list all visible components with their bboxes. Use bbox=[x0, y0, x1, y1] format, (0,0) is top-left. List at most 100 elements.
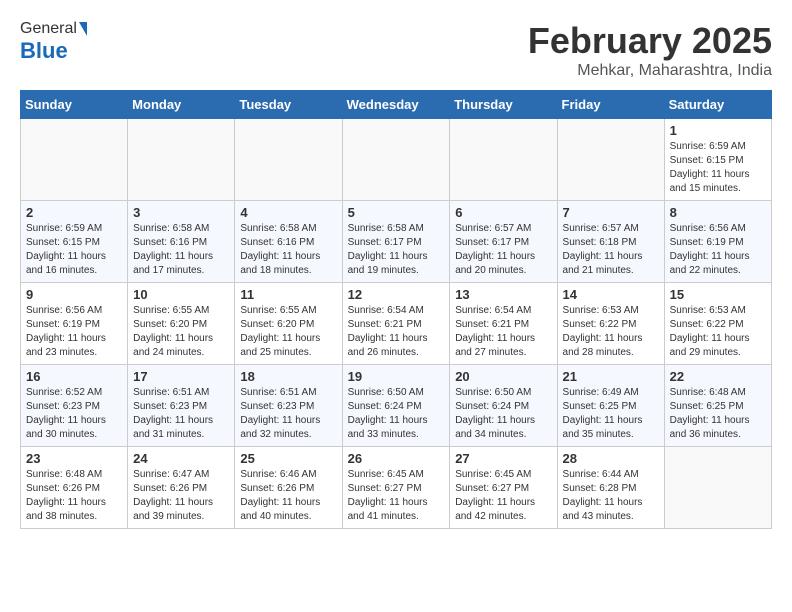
day-info: Sunrise: 6:58 AM Sunset: 6:16 PM Dayligh… bbox=[240, 222, 336, 278]
day-number: 26 bbox=[348, 451, 445, 466]
location-title: Mehkar, Maharashtra, India bbox=[528, 62, 772, 80]
day-info: Sunrise: 6:56 AM Sunset: 6:19 PM Dayligh… bbox=[670, 222, 766, 278]
day-info: Sunrise: 6:57 AM Sunset: 6:18 PM Dayligh… bbox=[563, 222, 659, 278]
day-number: 17 bbox=[133, 369, 229, 384]
day-info: Sunrise: 6:47 AM Sunset: 6:26 PM Dayligh… bbox=[133, 468, 229, 524]
calendar-day-22: 22 Sunrise: 6:48 AM Sunset: 6:25 PM Dayli… bbox=[664, 365, 771, 447]
month-title: February 2025 bbox=[528, 20, 772, 62]
calendar-day-18: 18 Sunrise: 6:51 AM Sunset: 6:23 PM Dayli… bbox=[235, 365, 342, 447]
calendar-day-21: 21 Sunrise: 6:49 AM Sunset: 6:25 PM Dayli… bbox=[557, 365, 664, 447]
calendar-week-row: 2Sunrise: 6:59 AM Sunset: 6:15 PM Daylig… bbox=[21, 201, 772, 283]
weekday-header-wednesday: Wednesday bbox=[342, 91, 450, 119]
logo-general-text: General bbox=[20, 20, 77, 37]
calendar-day-9: 9 Sunrise: 6:56 AM Sunset: 6:19 PM Daylig… bbox=[21, 283, 128, 365]
day-number: 22 bbox=[670, 369, 766, 384]
day-number: 14 bbox=[563, 287, 659, 302]
calendar-week-row: 9 Sunrise: 6:56 AM Sunset: 6:19 PM Daylig… bbox=[21, 283, 772, 365]
day-number: 19 bbox=[348, 369, 445, 384]
calendar-day-empty bbox=[664, 447, 771, 529]
day-number: 25 bbox=[240, 451, 336, 466]
day-number: 11 bbox=[240, 287, 336, 302]
day-info: Sunrise: 6:59 AM Sunset: 6:15 PM Dayligh… bbox=[670, 140, 766, 196]
day-number: 28 bbox=[563, 451, 659, 466]
calendar-day-6: 6 Sunrise: 6:57 AM Sunset: 6:17 PM Daylig… bbox=[450, 201, 557, 283]
calendar-day-27: 27Sunrise: 6:45 AM Sunset: 6:27 PM Dayli… bbox=[450, 447, 557, 529]
day-info: Sunrise: 6:54 AM Sunset: 6:21 PM Dayligh… bbox=[455, 304, 551, 360]
day-info: Sunrise: 6:59 AM Sunset: 6:15 PM Dayligh… bbox=[26, 222, 122, 278]
day-info: Sunrise: 6:46 AM Sunset: 6:26 PM Dayligh… bbox=[240, 468, 336, 524]
calendar-day-14: 14 Sunrise: 6:53 AM Sunset: 6:22 PM Dayli… bbox=[557, 283, 664, 365]
calendar-day-11: 11 Sunrise: 6:55 AM Sunset: 6:20 PM Dayli… bbox=[235, 283, 342, 365]
day-number: 12 bbox=[348, 287, 445, 302]
calendar-table: SundayMondayTuesdayWednesdayThursdayFrid… bbox=[20, 90, 772, 529]
day-info: Sunrise: 6:58 AM Sunset: 6:17 PM Dayligh… bbox=[348, 222, 445, 278]
title-area: February 2025 Mehkar, Maharashtra, India bbox=[528, 20, 772, 80]
weekday-header-sunday: Sunday bbox=[21, 91, 128, 119]
calendar-day-empty bbox=[128, 119, 235, 201]
calendar-day-5: 5 Sunrise: 6:58 AM Sunset: 6:17 PM Daylig… bbox=[342, 201, 450, 283]
day-info: Sunrise: 6:50 AM Sunset: 6:24 PM Dayligh… bbox=[348, 386, 445, 442]
day-number: 24 bbox=[133, 451, 229, 466]
calendar-day-empty bbox=[450, 119, 557, 201]
calendar-day-19: 19 Sunrise: 6:50 AM Sunset: 6:24 PM Dayli… bbox=[342, 365, 450, 447]
calendar-day-28: 28Sunrise: 6:44 AM Sunset: 6:28 PM Dayli… bbox=[557, 447, 664, 529]
day-info: Sunrise: 6:55 AM Sunset: 6:20 PM Dayligh… bbox=[133, 304, 229, 360]
logo: General Blue bbox=[20, 20, 87, 64]
day-info: Sunrise: 6:57 AM Sunset: 6:17 PM Dayligh… bbox=[455, 222, 551, 278]
calendar-day-4: 4 Sunrise: 6:58 AM Sunset: 6:16 PM Daylig… bbox=[235, 201, 342, 283]
calendar-day-8: 8Sunrise: 6:56 AM Sunset: 6:19 PM Daylig… bbox=[664, 201, 771, 283]
day-number: 15 bbox=[670, 287, 766, 302]
weekday-header-thursday: Thursday bbox=[450, 91, 557, 119]
day-info: Sunrise: 6:54 AM Sunset: 6:21 PM Dayligh… bbox=[348, 304, 445, 360]
calendar-day-3: 3 Sunrise: 6:58 AM Sunset: 6:16 PM Daylig… bbox=[128, 201, 235, 283]
day-number: 20 bbox=[455, 369, 551, 384]
calendar-day-13: 13 Sunrise: 6:54 AM Sunset: 6:21 PM Dayli… bbox=[450, 283, 557, 365]
day-info: Sunrise: 6:58 AM Sunset: 6:16 PM Dayligh… bbox=[133, 222, 229, 278]
day-info: Sunrise: 6:49 AM Sunset: 6:25 PM Dayligh… bbox=[563, 386, 659, 442]
page-header: General Blue February 2025 Mehkar, Mahar… bbox=[20, 20, 772, 80]
calendar-day-10: 10 Sunrise: 6:55 AM Sunset: 6:20 PM Dayli… bbox=[128, 283, 235, 365]
day-number: 13 bbox=[455, 287, 551, 302]
calendar-day-7: 7 Sunrise: 6:57 AM Sunset: 6:18 PM Daylig… bbox=[557, 201, 664, 283]
calendar-day-20: 20 Sunrise: 6:50 AM Sunset: 6:24 PM Dayli… bbox=[450, 365, 557, 447]
day-info: Sunrise: 6:56 AM Sunset: 6:19 PM Dayligh… bbox=[26, 304, 122, 360]
logo-blue-text: Blue bbox=[20, 38, 68, 64]
calendar-day-17: 17 Sunrise: 6:51 AM Sunset: 6:23 PM Dayli… bbox=[128, 365, 235, 447]
day-info: Sunrise: 6:53 AM Sunset: 6:22 PM Dayligh… bbox=[670, 304, 766, 360]
day-number: 7 bbox=[563, 205, 659, 220]
day-number: 5 bbox=[348, 205, 445, 220]
day-info: Sunrise: 6:51 AM Sunset: 6:23 PM Dayligh… bbox=[133, 386, 229, 442]
calendar-week-row: 16 Sunrise: 6:52 AM Sunset: 6:23 PM Dayli… bbox=[21, 365, 772, 447]
day-info: Sunrise: 6:52 AM Sunset: 6:23 PM Dayligh… bbox=[26, 386, 122, 442]
day-number: 4 bbox=[240, 205, 336, 220]
weekday-header-row: SundayMondayTuesdayWednesdayThursdayFrid… bbox=[21, 91, 772, 119]
day-number: 9 bbox=[26, 287, 122, 302]
day-info: Sunrise: 6:51 AM Sunset: 6:23 PM Dayligh… bbox=[240, 386, 336, 442]
calendar-day-12: 12 Sunrise: 6:54 AM Sunset: 6:21 PM Dayli… bbox=[342, 283, 450, 365]
calendar-day-1: 1 Sunrise: 6:59 AM Sunset: 6:15 PM Daylig… bbox=[664, 119, 771, 201]
calendar-week-row: 1 Sunrise: 6:59 AM Sunset: 6:15 PM Daylig… bbox=[21, 119, 772, 201]
weekday-header-saturday: Saturday bbox=[664, 91, 771, 119]
day-number: 21 bbox=[563, 369, 659, 384]
day-info: Sunrise: 6:50 AM Sunset: 6:24 PM Dayligh… bbox=[455, 386, 551, 442]
day-number: 18 bbox=[240, 369, 336, 384]
day-number: 16 bbox=[26, 369, 122, 384]
day-number: 3 bbox=[133, 205, 229, 220]
calendar-day-empty bbox=[557, 119, 664, 201]
day-number: 23 bbox=[26, 451, 122, 466]
day-number: 1 bbox=[670, 123, 766, 138]
day-number: 6 bbox=[455, 205, 551, 220]
calendar-day-empty bbox=[21, 119, 128, 201]
day-info: Sunrise: 6:53 AM Sunset: 6:22 PM Dayligh… bbox=[563, 304, 659, 360]
calendar-day-26: 26 Sunrise: 6:45 AM Sunset: 6:27 PM Dayli… bbox=[342, 447, 450, 529]
day-info: Sunrise: 6:48 AM Sunset: 6:26 PM Dayligh… bbox=[26, 468, 122, 524]
day-info: Sunrise: 6:48 AM Sunset: 6:25 PM Dayligh… bbox=[670, 386, 766, 442]
weekday-header-tuesday: Tuesday bbox=[235, 91, 342, 119]
weekday-header-monday: Monday bbox=[128, 91, 235, 119]
calendar-day-16: 16 Sunrise: 6:52 AM Sunset: 6:23 PM Dayli… bbox=[21, 365, 128, 447]
calendar-day-23: 23 Sunrise: 6:48 AM Sunset: 6:26 PM Dayli… bbox=[21, 447, 128, 529]
calendar-day-25: 25 Sunrise: 6:46 AM Sunset: 6:26 PM Dayli… bbox=[235, 447, 342, 529]
day-info: Sunrise: 6:45 AM Sunset: 6:27 PM Dayligh… bbox=[348, 468, 445, 524]
day-info: Sunrise: 6:55 AM Sunset: 6:20 PM Dayligh… bbox=[240, 304, 336, 360]
day-number: 10 bbox=[133, 287, 229, 302]
